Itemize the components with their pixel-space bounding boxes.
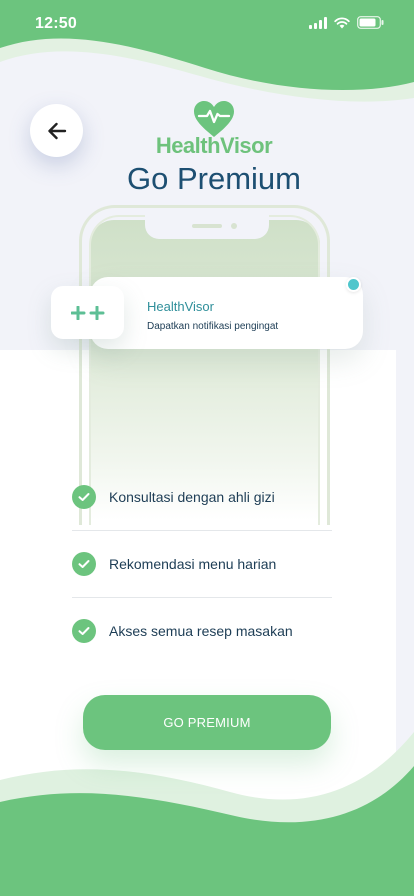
feature-label: Akses semua resep masakan (109, 623, 293, 639)
phone-bezel (89, 215, 320, 525)
battery-icon (357, 16, 384, 29)
phone-speaker (192, 224, 222, 228)
status-time: 12:50 (35, 15, 77, 32)
check-icon (72, 552, 96, 576)
divider (72, 597, 332, 598)
check-icon (72, 619, 96, 643)
phone-mockup (79, 205, 330, 525)
notification-message: Dapatkan notifikasi pengingat (147, 321, 279, 332)
plus-plus-icon (70, 305, 104, 320)
go-premium-button[interactable]: GO PREMIUM (83, 695, 331, 750)
divider (72, 530, 332, 531)
wifi-icon (334, 16, 350, 28)
feature-item: Konsultasi dengan ahli gizi (72, 485, 332, 509)
notification-app-name: HealthVisor (147, 299, 214, 314)
feature-label: Rekomendasi menu harian (109, 556, 277, 572)
cellular-signal-icon (309, 16, 327, 29)
feature-label: Konsultasi dengan ahli gizi (109, 489, 275, 505)
notification-app-icon (51, 286, 124, 339)
notification-dot (346, 277, 361, 292)
feature-item: Akses semua resep masakan (72, 619, 332, 643)
page-title: Go Premium (127, 161, 301, 196)
phone-camera (231, 223, 237, 229)
status-icons (309, 16, 384, 29)
background-stripe (396, 350, 414, 896)
notification-card (90, 277, 363, 349)
brand-logo-text: HealthVisor (155, 133, 273, 158)
check-icon (72, 485, 96, 509)
feature-item: Rekomendasi menu harian (72, 552, 332, 576)
